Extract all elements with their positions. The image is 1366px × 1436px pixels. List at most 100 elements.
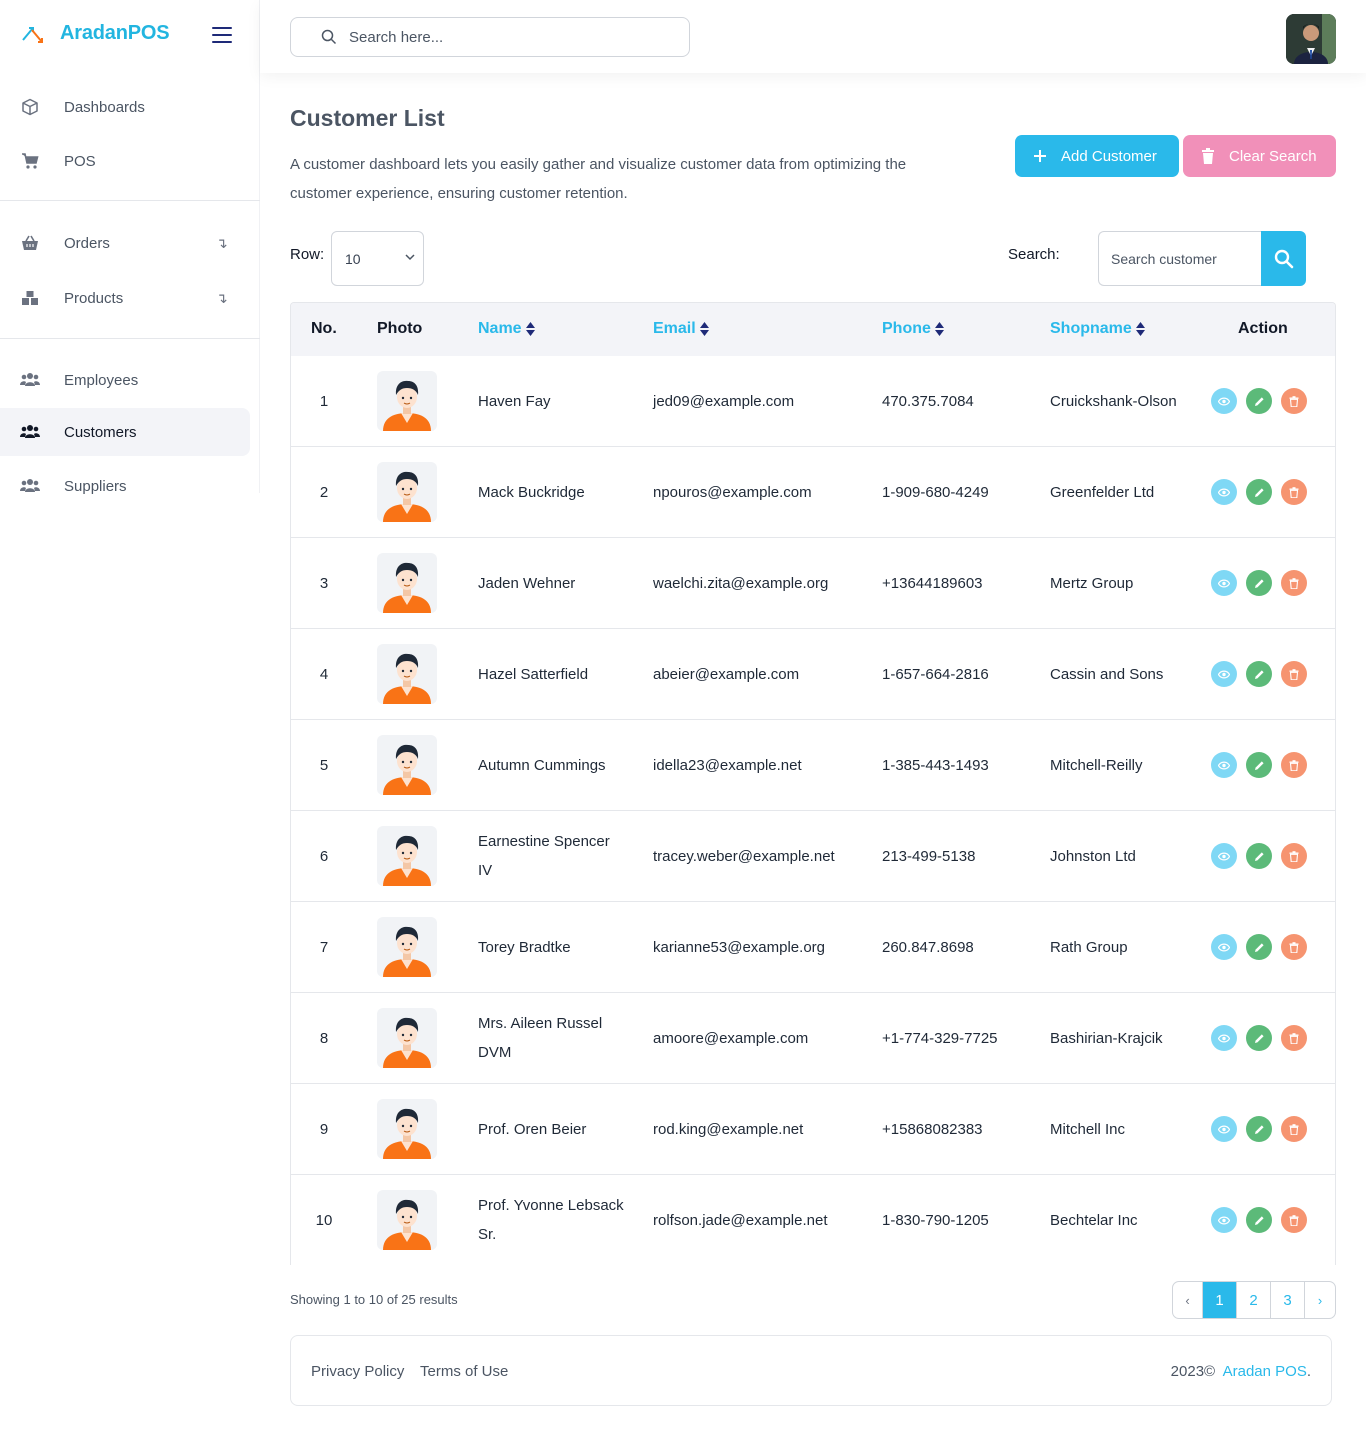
delete-button[interactable] [1281, 1025, 1307, 1051]
sort-name-header[interactable]: Name [478, 320, 536, 338]
add-customer-button[interactable]: Add Customer [1015, 135, 1179, 177]
view-button[interactable] [1211, 934, 1237, 960]
customer-photo [377, 553, 437, 613]
row-actions [1211, 843, 1316, 869]
sidebar-item-customers[interactable]: Customers [0, 408, 250, 456]
view-button[interactable] [1211, 1207, 1237, 1233]
chevron-down-icon[interactable]: ↴ [216, 290, 228, 307]
edit-button[interactable] [1246, 843, 1272, 869]
edit-button[interactable] [1246, 934, 1272, 960]
edit-button[interactable] [1246, 1025, 1272, 1051]
eye-icon [1218, 943, 1230, 951]
sort-phone-header[interactable]: Phone [882, 320, 945, 338]
sidebar-item-orders[interactable]: Orders ↴ [0, 219, 250, 267]
customer-search-button[interactable] [1261, 231, 1306, 286]
sidebar: AradanPOS Dashboards POS Orders ↴ Produc… [0, 0, 260, 495]
edit-button[interactable] [1246, 1116, 1272, 1142]
trash-icon [1289, 1032, 1299, 1044]
eye-icon [1218, 579, 1230, 587]
edit-button[interactable] [1246, 388, 1272, 414]
rows-per-page-select[interactable]: 10 [331, 231, 424, 286]
view-button[interactable] [1211, 843, 1237, 869]
cube-icon [20, 97, 40, 117]
table-row: 5 Autumn Cummings idella23@example.net 1… [291, 720, 1335, 811]
edit-button[interactable] [1246, 570, 1272, 596]
copyright-year: 2023© [1170, 1363, 1216, 1380]
search-input[interactable] [349, 28, 649, 46]
delete-button[interactable] [1281, 934, 1307, 960]
edit-button[interactable] [1246, 661, 1272, 687]
terms-of-use-link[interactable]: Terms of Use [420, 1363, 508, 1380]
edit-button[interactable] [1246, 479, 1272, 505]
delete-button[interactable] [1281, 1207, 1307, 1233]
view-button[interactable] [1211, 752, 1237, 778]
clear-search-button[interactable]: Clear Search [1183, 135, 1336, 177]
delete-button[interactable] [1281, 570, 1307, 596]
customer-search[interactable] [1098, 231, 1261, 286]
table-row: 6 Earnestine Spencer IV tracey.weber@exa… [291, 811, 1335, 902]
sort-shopname-header[interactable]: Shopname [1050, 320, 1146, 338]
customer-email: amoore@example.com [653, 1029, 809, 1047]
global-search[interactable] [290, 17, 690, 57]
customer-email: rolfson.jade@example.net [653, 1211, 828, 1229]
view-button[interactable] [1211, 570, 1237, 596]
delete-button[interactable] [1281, 752, 1307, 778]
menu-toggle-icon[interactable] [212, 27, 232, 43]
cell-phone: 1-657-664-2816 [882, 629, 1032, 719]
pencil-icon [1254, 942, 1264, 952]
users-icon [20, 422, 40, 442]
avatar[interactable] [1286, 14, 1336, 64]
view-button[interactable] [1211, 1025, 1237, 1051]
customer-search-input[interactable] [1111, 250, 1251, 267]
row-actions [1211, 752, 1316, 778]
customer-email: rod.king@example.net [653, 1120, 804, 1138]
prev-page-button[interactable]: ‹ [1173, 1282, 1203, 1318]
chevron-down-icon[interactable]: ↴ [216, 235, 228, 252]
users-icon [20, 370, 40, 390]
cell-email: jed09@example.com [653, 356, 873, 446]
customer-shopname: Greenfelder Ltd [1050, 483, 1155, 501]
delete-button[interactable] [1281, 388, 1307, 414]
page-button-3[interactable]: 3 [1271, 1282, 1305, 1318]
customer-name: Jaden Wehner [478, 574, 576, 592]
sidebar-item-suppliers[interactable]: Suppliers [0, 462, 250, 510]
customer-photo [377, 1008, 437, 1068]
cell-email: karianne53@example.org [653, 902, 873, 992]
edit-button[interactable] [1246, 752, 1272, 778]
sidebar-item-employees[interactable]: Employees [0, 356, 250, 404]
next-page-button[interactable]: › [1305, 1282, 1335, 1318]
sidebar-item-products[interactable]: Products ↴ [0, 274, 250, 322]
header-no: No. [311, 320, 337, 337]
customer-name: Earnestine Spencer IV [478, 833, 610, 879]
delete-button[interactable] [1281, 661, 1307, 687]
sidebar-item-dashboards[interactable]: Dashboards [0, 83, 250, 131]
cell-name: Jaden Wehner [478, 538, 628, 628]
edit-button[interactable] [1246, 1207, 1272, 1233]
sidebar-item-pos[interactable]: POS [0, 137, 250, 185]
view-button[interactable] [1211, 479, 1237, 505]
brand[interactable]: AradanPOS [20, 18, 170, 48]
cell-name: Mrs. Aileen Russel DVM [478, 993, 628, 1083]
header-name: Name [478, 320, 522, 337]
privacy-policy-link[interactable]: Privacy Policy [311, 1363, 404, 1380]
view-button[interactable] [1211, 661, 1237, 687]
cell-email: amoore@example.com [653, 993, 873, 1083]
sort-icon [525, 321, 535, 336]
users-icon [20, 476, 40, 496]
view-button[interactable] [1211, 1116, 1237, 1142]
page-button-2[interactable]: 2 [1237, 1282, 1271, 1318]
delete-button[interactable] [1281, 479, 1307, 505]
sort-email-header[interactable]: Email [653, 320, 710, 338]
delete-button[interactable] [1281, 1116, 1307, 1142]
eye-icon [1218, 397, 1230, 405]
footer-brand-link[interactable]: Aradan POS [1223, 1363, 1307, 1380]
delete-button[interactable] [1281, 843, 1307, 869]
row-actions [1211, 1207, 1316, 1233]
customer-phone: 1-830-790-1205 [882, 1211, 989, 1229]
row-actions [1211, 388, 1316, 414]
customer-shopname: Mitchell Inc [1050, 1120, 1126, 1138]
cell-no: 6 [319, 848, 329, 865]
row-actions [1211, 570, 1316, 596]
page-button-1[interactable]: 1 [1203, 1282, 1237, 1318]
view-button[interactable] [1211, 388, 1237, 414]
